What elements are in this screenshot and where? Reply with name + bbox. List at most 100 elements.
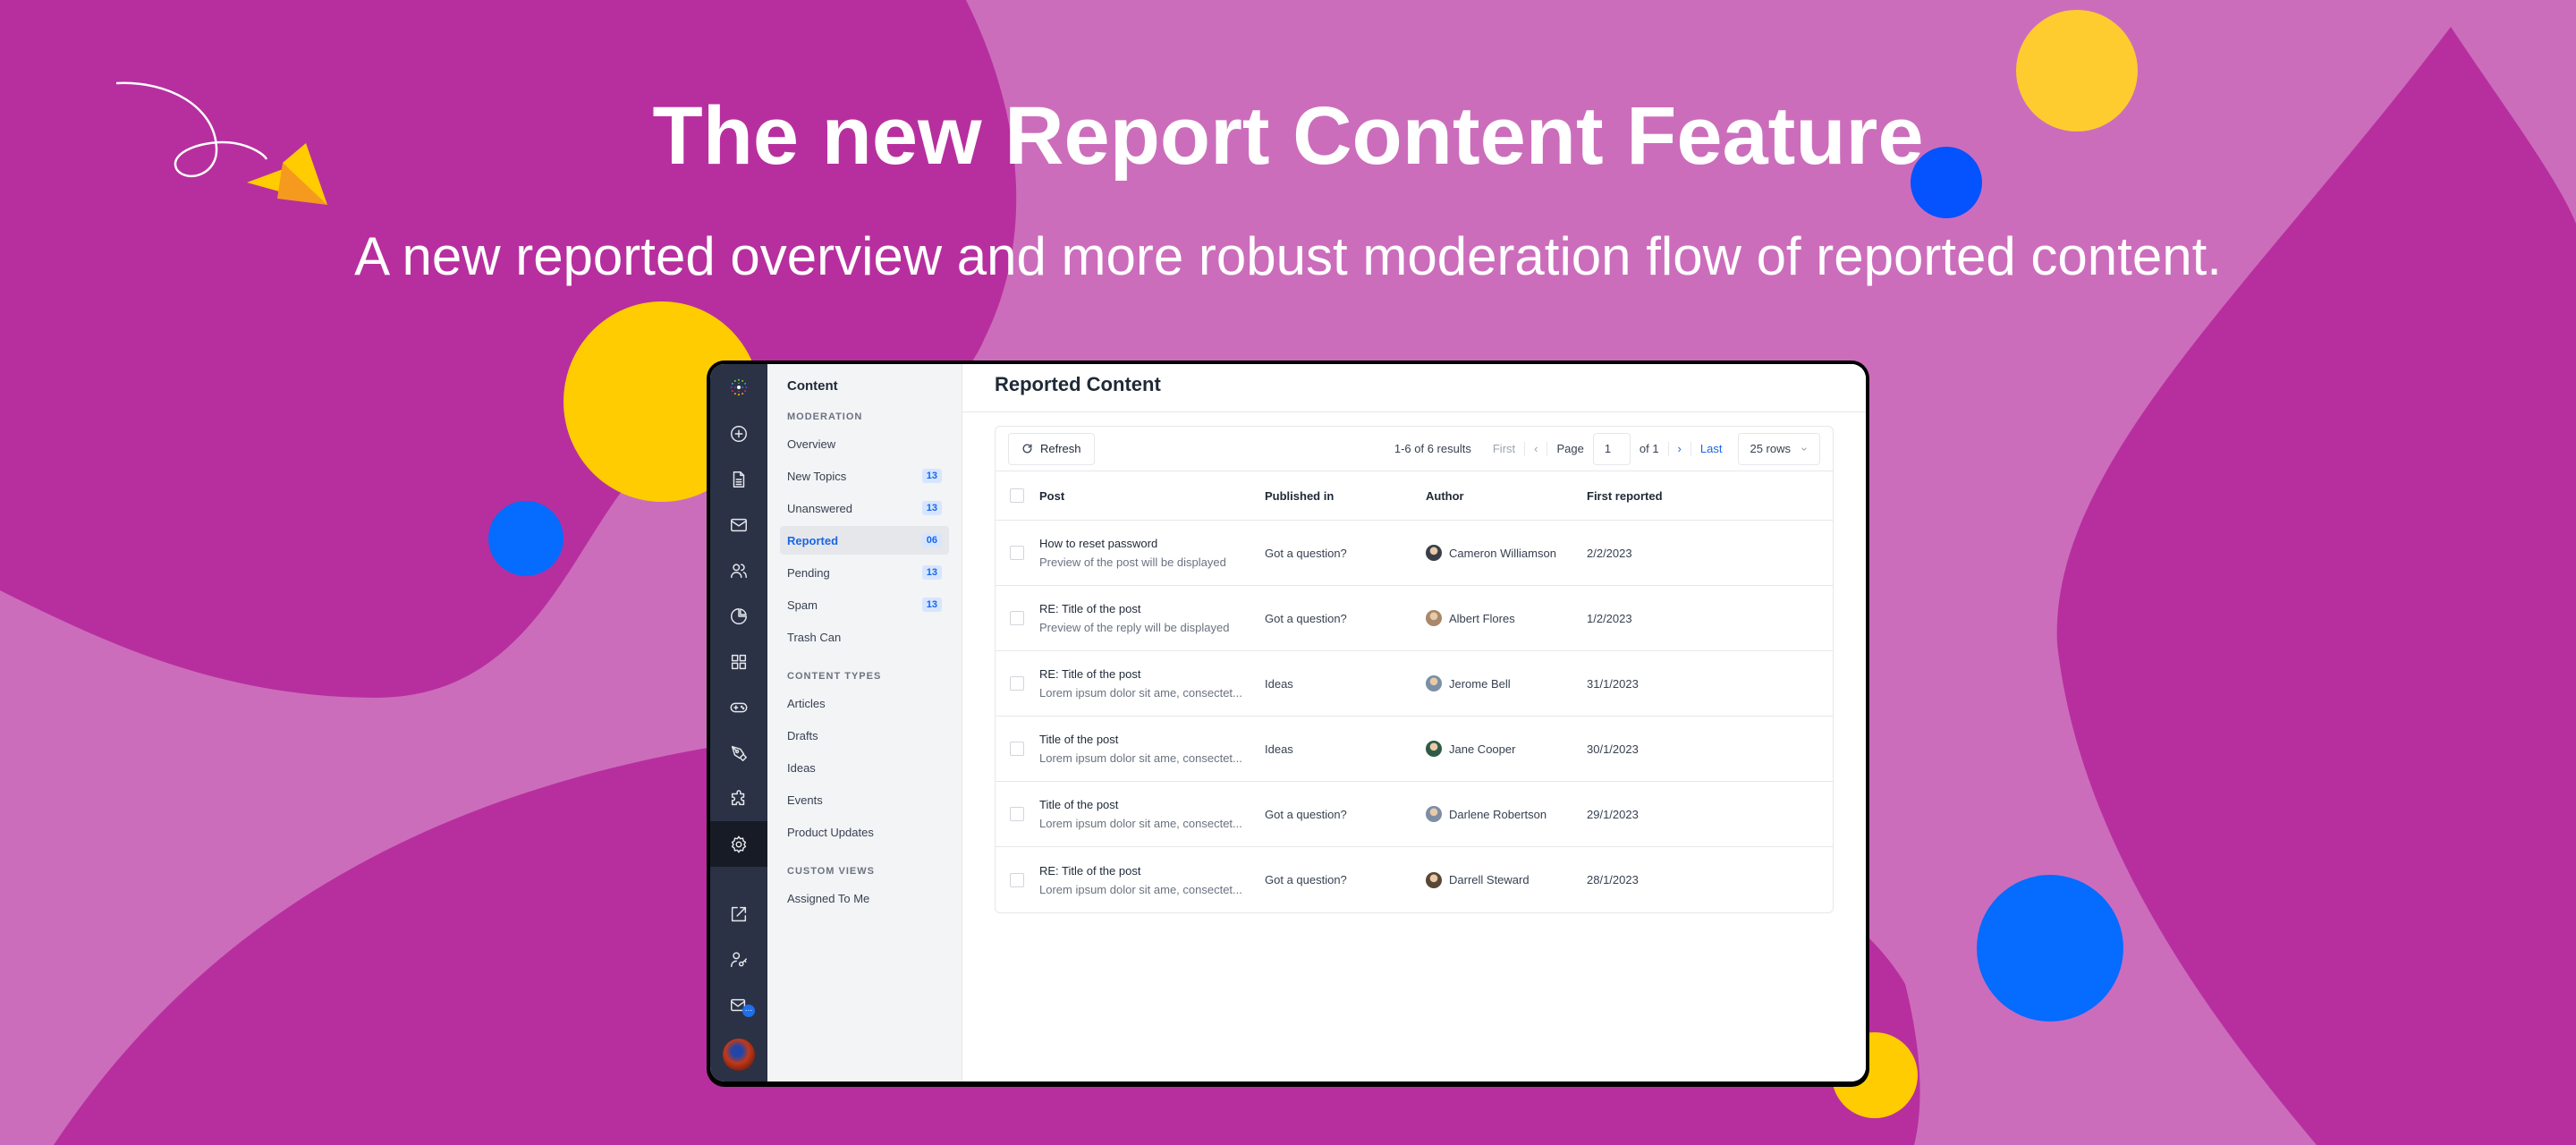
rail-analytics[interactable]: [710, 593, 767, 639]
subnav-item-drafts[interactable]: Drafts: [780, 721, 949, 750]
subnav-item-articles[interactable]: Articles: [780, 689, 949, 717]
rows-per-page-select[interactable]: 25 rows: [1738, 432, 1820, 465]
avatar[interactable]: [723, 1039, 755, 1071]
prev-page-button[interactable]: ‹: [1534, 442, 1538, 455]
select-all-checkbox[interactable]: [1010, 488, 1024, 503]
section-custom-views: CUSTOM VIEWS: [787, 866, 875, 877]
author-name[interactable]: Jerome Bell: [1449, 677, 1511, 691]
blue-circle-left: [488, 501, 564, 576]
author-name[interactable]: Darlene Robertson: [1449, 808, 1546, 821]
rail-create[interactable]: [710, 411, 767, 456]
author-avatar: [1426, 806, 1442, 822]
rail-content[interactable]: [710, 456, 767, 502]
published-in: Got a question?: [1265, 873, 1347, 886]
author-name[interactable]: Darrell Steward: [1449, 873, 1530, 886]
row-checkbox[interactable]: [1010, 611, 1024, 625]
column-header-author[interactable]: Author: [1426, 489, 1587, 503]
row-checkbox[interactable]: [1010, 676, 1024, 691]
author-name[interactable]: Albert Flores: [1449, 612, 1515, 625]
subnav-item-pending[interactable]: Pending 13: [780, 558, 949, 587]
first-reported-date: 31/1/2023: [1587, 676, 1639, 691]
table-row[interactable]: Title of the post Lorem ipsum dolor sit …: [996, 782, 1833, 847]
table-row[interactable]: How to reset password Preview of the pos…: [996, 521, 1833, 586]
subnav-item-trash-can[interactable]: Trash Can: [780, 623, 949, 651]
puzzle-icon: [731, 789, 745, 805]
row-checkbox[interactable]: [1010, 872, 1024, 887]
external-link-icon: [731, 906, 747, 921]
app-logo[interactable]: [710, 364, 767, 411]
first-reported-date: 1/2/2023: [1587, 611, 1632, 625]
subnav-item-assigned-to-me[interactable]: Assigned To Me: [780, 884, 949, 912]
blue-circle-bottom-right: [1977, 875, 2123, 1022]
post-preview: Lorem ipsum dolor sit ame, consectet...: [1039, 817, 1242, 830]
rail-gamification[interactable]: [710, 684, 767, 730]
published-in: Ideas: [1265, 676, 1293, 691]
post-preview: Preview of the reply will be displayed: [1039, 621, 1230, 634]
published-in: Got a question?: [1265, 611, 1347, 625]
post-title[interactable]: RE: Title of the post: [1039, 864, 1265, 878]
rail-inbox[interactable]: [710, 502, 767, 547]
rail-apps[interactable]: [710, 639, 767, 684]
section-content-types: CONTENT TYPES: [787, 671, 882, 682]
next-page-button[interactable]: ›: [1678, 442, 1682, 455]
subnav-item-spam[interactable]: Spam 13: [780, 590, 949, 619]
column-header-published-in[interactable]: Published in: [1265, 489, 1426, 503]
last-page-link[interactable]: Last: [1700, 442, 1723, 455]
post-preview: Lorem ipsum dolor sit ame, consectet...: [1039, 751, 1242, 765]
subnav-item-reported[interactable]: Reported 06: [780, 526, 949, 555]
table-row[interactable]: RE: Title of the post Lorem ipsum dolor …: [996, 651, 1833, 717]
subnav-item-product-updates[interactable]: Product Updates: [780, 818, 949, 846]
post-preview: Lorem ipsum dolor sit ame, consectet...: [1039, 882, 1242, 896]
count-badge: 13: [921, 598, 942, 612]
post-title[interactable]: RE: Title of the post: [1039, 667, 1265, 681]
refresh-button[interactable]: Refresh: [1008, 432, 1095, 465]
subnav-title: Content: [787, 378, 838, 394]
count-badge: 06: [921, 533, 942, 547]
author-name[interactable]: Jane Cooper: [1449, 742, 1515, 756]
table-row[interactable]: Title of the post Lorem ipsum dolor sit …: [996, 717, 1833, 782]
rail-visit-community[interactable]: [710, 891, 767, 937]
post-title[interactable]: Title of the post: [1039, 733, 1265, 746]
pagination: 1-6 of 6 results First ‹ Page 1 of 1 › L…: [1394, 432, 1820, 465]
row-checkbox[interactable]: [1010, 807, 1024, 821]
row-checkbox[interactable]: [1010, 546, 1024, 560]
subnav-item-ideas[interactable]: Ideas: [780, 753, 949, 782]
rail-messages[interactable]: …: [710, 982, 767, 1028]
author-name[interactable]: Cameron Williamson: [1449, 547, 1556, 560]
rail-admin[interactable]: [710, 937, 767, 982]
column-header-first-reported[interactable]: First reported: [1587, 489, 1712, 503]
row-checkbox[interactable]: [1010, 742, 1024, 756]
page-number-input[interactable]: 1: [1592, 432, 1631, 465]
main-panel: Reported Content Refresh 1-6 of 6 result…: [962, 364, 1866, 1081]
post-title[interactable]: RE: Title of the post: [1039, 602, 1265, 615]
page-total: of 1: [1639, 442, 1659, 455]
rail-settings[interactable]: [710, 821, 767, 867]
first-page-link[interactable]: First: [1493, 442, 1515, 455]
column-header-post[interactable]: Post: [1039, 489, 1265, 503]
table-row[interactable]: RE: Title of the post Preview of the rep…: [996, 586, 1833, 651]
count-badge: 13: [921, 469, 942, 483]
refresh-icon: [1022, 444, 1032, 454]
rail-design[interactable]: [710, 730, 767, 776]
rail-members[interactable]: [710, 547, 767, 593]
logo-icon: [730, 378, 748, 396]
count-badge: 13: [921, 565, 942, 580]
subnav-item-new-topics[interactable]: New Topics 13: [780, 462, 949, 490]
subnav-item-unanswered[interactable]: Unanswered 13: [780, 494, 949, 522]
author-avatar: [1426, 741, 1442, 757]
post-title[interactable]: Title of the post: [1039, 798, 1265, 811]
first-reported-date: 2/2/2023: [1587, 546, 1632, 560]
subnav-item-overview[interactable]: Overview: [780, 429, 949, 458]
first-reported-date: 30/1/2023: [1587, 742, 1639, 756]
hero-subtitle: A new reported overview and more robust …: [354, 226, 2222, 286]
user-key-icon: [731, 951, 747, 967]
rail-integrations[interactable]: [710, 776, 767, 821]
pen-icon: [731, 745, 747, 761]
subnav-item-events[interactable]: Events: [780, 785, 949, 814]
rail-profile[interactable]: [710, 1028, 767, 1081]
section-moderation: MODERATION: [787, 411, 863, 422]
table-row[interactable]: RE: Title of the post Lorem ipsum dolor …: [996, 847, 1833, 912]
table-toolbar: Refresh 1-6 of 6 results First ‹ Page 1 …: [996, 427, 1833, 471]
post-title[interactable]: How to reset password: [1039, 537, 1265, 550]
author-avatar: [1426, 610, 1442, 626]
